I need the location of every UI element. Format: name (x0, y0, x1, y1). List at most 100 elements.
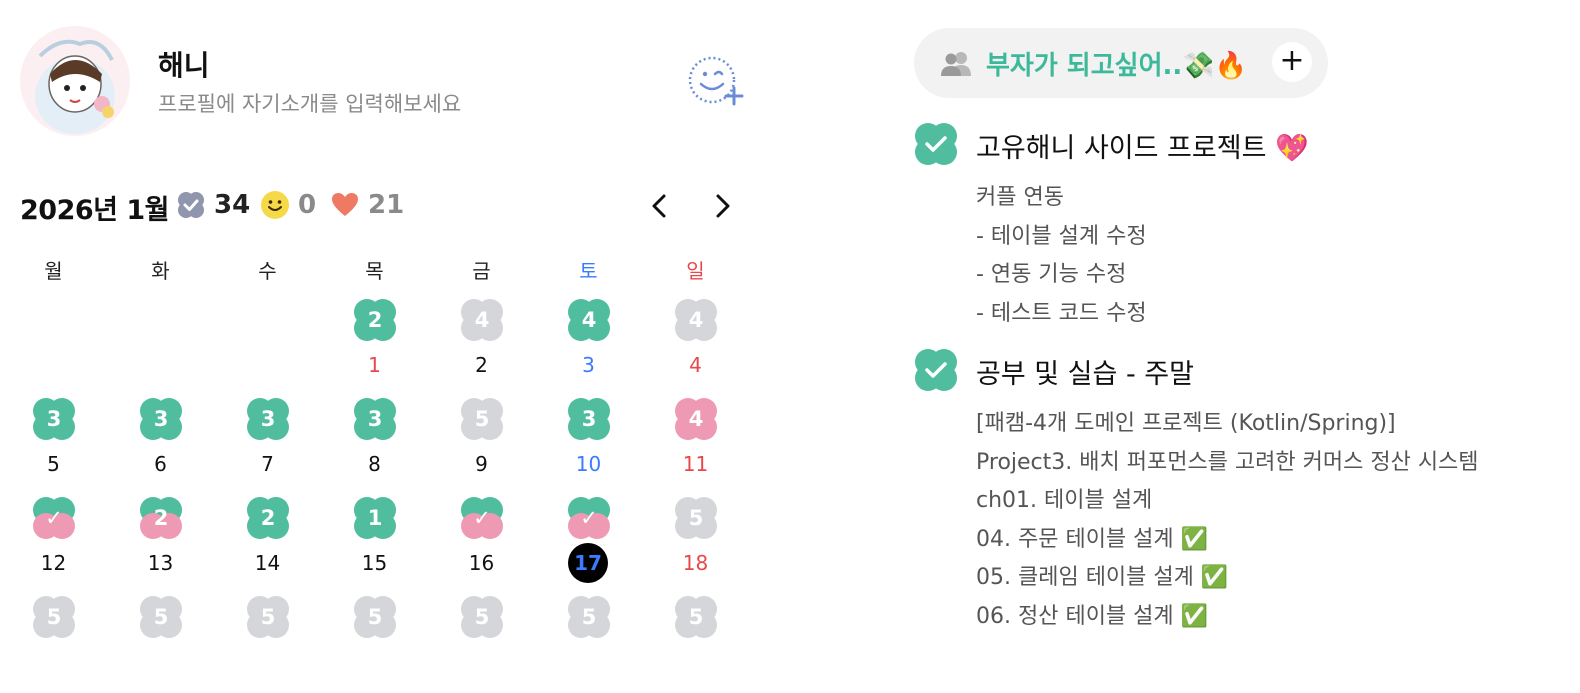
calendar-day[interactable]: 5 (321, 594, 428, 693)
goal-title[interactable]: 부자가 되고싶어..💸🔥 (986, 45, 1247, 82)
calendar-day[interactable]: 2 13 (107, 495, 214, 594)
next-month-button[interactable] (704, 188, 740, 224)
smile-icon (261, 191, 289, 219)
weekday-label: 목 (365, 259, 384, 283)
calendar-day[interactable]: 35 (0, 396, 107, 495)
today-marker: 17 (568, 543, 608, 583)
weekday-label: 금 (472, 259, 491, 283)
todo-memo-line: - 테이블 설계 수정 (976, 223, 1147, 249)
calendar-day[interactable]: ✓ 16 (428, 495, 535, 594)
calendar-day[interactable]: 36 (107, 396, 214, 495)
clover-badge-icon[interactable]: 3 (245, 396, 291, 442)
clover-badge-icon[interactable]: 5 (459, 396, 505, 442)
calendar-day[interactable]: 59 (428, 396, 535, 495)
avatar[interactable] (20, 26, 130, 136)
calendar-day[interactable]: 21 (321, 297, 428, 396)
weekday-label: 수 (258, 259, 277, 283)
badge-count: 5 (474, 407, 490, 431)
calendar-day[interactable]: 5 18 (642, 495, 749, 594)
calendar-day[interactable]: 38 (321, 396, 428, 495)
clover-badge-icon[interactable]: 3 (566, 396, 612, 442)
clover-badge-icon[interactable]: ✓ (31, 495, 77, 541)
todo-memo-line: [패캠-4개 도메인 프로젝트 (Kotlin/Spring)] (976, 411, 1396, 436)
calendar-day[interactable]: 2 14 (214, 495, 321, 594)
clover-check-icon (178, 192, 204, 218)
clover-badge-icon[interactable]: 4 (566, 297, 612, 343)
add-todo-button[interactable]: + (1272, 42, 1312, 82)
badge-count: 5 (367, 605, 383, 629)
day-number: 9 (475, 452, 488, 476)
clover-badge-icon[interactable]: 1 (352, 495, 398, 541)
clover-badge-icon[interactable]: 5 (673, 594, 719, 640)
weekday-label: 화 (151, 259, 170, 283)
clover-badge-icon[interactable]: 5 (459, 594, 505, 640)
clover-badge-icon[interactable]: 2 (352, 297, 398, 343)
day-number: 13 (147, 551, 174, 575)
todo-title[interactable]: 고유해니 사이드 프로젝트 💖 (976, 126, 1309, 165)
calendar-day[interactable]: 42 (428, 297, 535, 396)
clover-badge-icon[interactable]: 4 (673, 297, 719, 343)
calendar-day[interactable]: 5 (107, 594, 214, 693)
check-clover-icon[interactable] (914, 122, 958, 166)
todo-memo-line: 06. 정산 테이블 설계 ✅ (976, 603, 1209, 629)
clover-badge-icon[interactable]: 5 (31, 594, 77, 640)
badge-count: ✓ (45, 506, 63, 530)
clover-badge-icon[interactable]: 5 (673, 495, 719, 541)
calendar-day[interactable]: 5 (428, 594, 535, 693)
clover-badge-icon[interactable]: 3 (138, 396, 184, 442)
badge-count: 4 (581, 308, 597, 332)
clover-badge-icon[interactable]: 2 (245, 495, 291, 541)
day-number: 15 (361, 551, 388, 575)
badge-count: 3 (260, 407, 276, 431)
clover-badge-icon[interactable]: 5 (352, 594, 398, 640)
prev-month-button[interactable] (642, 188, 678, 224)
calendar-day[interactable]: 4 11 (642, 396, 749, 495)
clover-badge-icon[interactable]: ✓ (566, 495, 612, 541)
day-number: 8 (368, 452, 381, 476)
calendar-day[interactable]: 5 (642, 594, 749, 693)
day-number: 18 (682, 551, 709, 575)
heart-stat: 21 (330, 190, 404, 220)
chevron-right-icon (716, 194, 730, 218)
calendar-day[interactable]: 44 (642, 297, 749, 396)
badge-count: 3 (581, 407, 597, 431)
clover-badge-icon[interactable]: 5 (566, 594, 612, 640)
done-count: 34 (214, 190, 251, 220)
check-clover-icon[interactable] (914, 348, 958, 392)
calendar-day[interactable]: ✓ 12 (0, 495, 107, 594)
smile-stat: 0 (260, 190, 316, 220)
month-title: 2026년 1월 (20, 195, 170, 226)
profile-bio[interactable]: 프로필에 자기소개를 입력해보세요 (158, 88, 461, 118)
clover-badge-icon[interactable]: 2 (138, 495, 184, 541)
badge-count: 5 (46, 605, 62, 629)
calendar-day[interactable]: 37 (214, 396, 321, 495)
calendar-day[interactable]: 3 10 (535, 396, 642, 495)
clover-badge-icon[interactable]: ✓ (459, 495, 505, 541)
clover-badge-icon[interactable]: 4 (673, 396, 719, 442)
calendar-day[interactable]: ✓ 17 (535, 495, 642, 594)
calendar-day[interactable]: 5 (535, 594, 642, 693)
badge-count: 5 (260, 605, 276, 629)
clover-badge-icon[interactable]: 5 (138, 594, 184, 640)
clover-badge-icon[interactable]: 3 (31, 396, 77, 442)
clover-badge-icon[interactable]: 4 (459, 297, 505, 343)
badge-count: 3 (153, 407, 169, 431)
calendar-day[interactable]: 5 (214, 594, 321, 693)
calendar-day[interactable]: 5 (0, 594, 107, 693)
calendar-day[interactable]: 1 15 (321, 495, 428, 594)
day-number: 3 (582, 353, 595, 377)
clover-badge-icon[interactable]: 5 (245, 594, 291, 640)
badge-count: 1 (367, 506, 383, 530)
add-friend-smile-icon[interactable] (686, 54, 746, 110)
day-number: 12 (40, 551, 67, 575)
todo-title[interactable]: 공부 및 실습 - 주말 (976, 352, 1194, 391)
badge-count: 2 (153, 506, 169, 530)
todo-memo-line: - 연동 기능 수정 (976, 262, 1127, 287)
clover-badge-icon[interactable]: 3 (352, 396, 398, 442)
chevron-left-icon (652, 194, 666, 218)
profile-name: 해니 (158, 49, 210, 82)
day-number: 16 (468, 551, 495, 575)
calendar-day[interactable]: 43 (535, 297, 642, 396)
badge-count: 5 (688, 506, 704, 530)
badge-count: 2 (260, 506, 276, 530)
